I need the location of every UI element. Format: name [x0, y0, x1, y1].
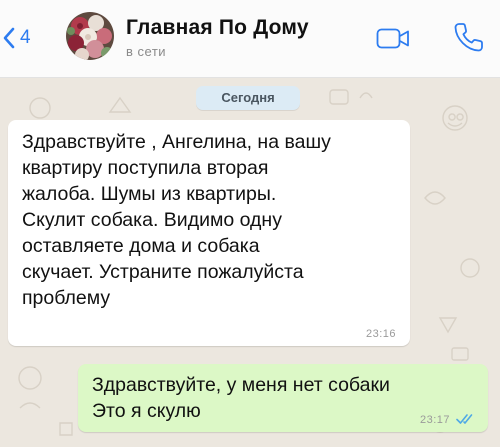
outgoing-message-bubble[interactable]: Здравствуйте, у меня нет собаки Это я ск… — [78, 364, 488, 432]
message-text: Здравствуйте , Ангелина, на вашу квартир… — [22, 129, 398, 311]
video-camera-icon[interactable] — [376, 26, 410, 52]
message-line: квартиру поступила вторая — [22, 157, 269, 179]
incoming-message-bubble[interactable]: Здравствуйте , Ангелина, на вашу квартир… — [8, 120, 410, 346]
message-timestamp: 23:17 — [419, 414, 450, 426]
double-check-icon — [456, 414, 473, 424]
online-status: в сети — [126, 44, 167, 59]
message-line: Здравствуйте, у меня нет собаки — [92, 374, 390, 396]
message-line: скучает. Устраните пожалуйста — [22, 261, 304, 283]
phone-icon[interactable] — [452, 20, 486, 54]
flower-bouquet-image — [66, 12, 114, 60]
message-line: проблему — [22, 287, 111, 309]
back-button[interactable]: 4 — [2, 24, 31, 52]
message-line: оставляете дома и собака — [22, 235, 260, 257]
avatar[interactable] — [66, 12, 114, 60]
message-timestamp: 23:16 — [365, 328, 396, 340]
chat-title[interactable]: Главная По Дому — [126, 16, 309, 40]
message-line: Здравствуйте , Ангелина, на вашу — [22, 131, 331, 153]
message-line: жалоба. Шумы из квартиры. — [22, 183, 277, 205]
message-line: Скулит собака. Видимо одну — [22, 209, 282, 231]
chat-area: Сегодня Здравствуйте , Ангелина, на вашу… — [0, 78, 500, 447]
date-separator: Сегодня — [196, 86, 300, 110]
message-line: Это я скулю — [92, 400, 201, 422]
unread-count: 4 — [20, 27, 31, 48]
chat-header: 4 Главная По Дому в сети — [0, 0, 500, 78]
chevron-left-icon — [3, 27, 15, 49]
message-text: Здравствуйте, у меня нет собаки Это я ск… — [92, 372, 476, 424]
